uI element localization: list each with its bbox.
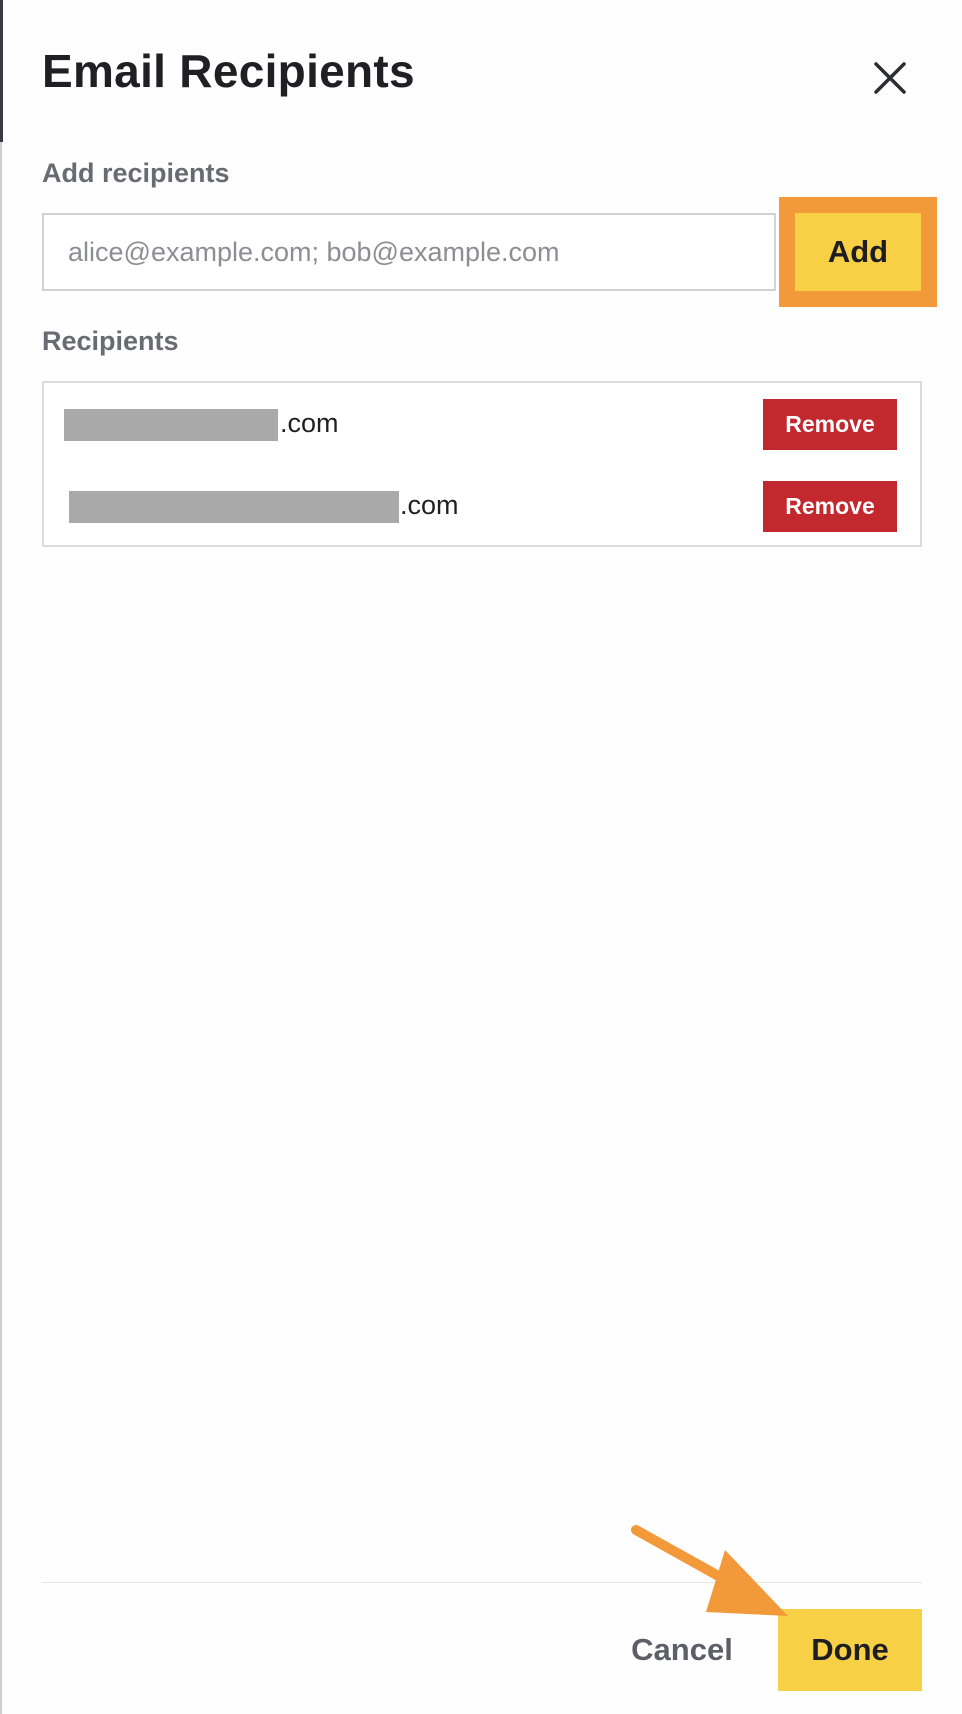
email-recipients-dialog: Email Recipients Add recipients Add Reci…	[0, 0, 962, 1714]
background-page-edge	[0, 0, 2, 1714]
footer-divider	[42, 1582, 922, 1583]
recipient-email: .com	[280, 408, 339, 438]
redacted-email-part	[69, 491, 399, 523]
close-button[interactable]	[870, 58, 910, 98]
close-icon	[874, 62, 906, 94]
recipients-list: .com Remove .com Remove	[42, 381, 922, 547]
remove-recipient-button[interactable]: Remove	[763, 399, 897, 450]
dialog-title: Email Recipients	[42, 45, 415, 97]
recipient-email: .com	[400, 490, 459, 520]
done-button[interactable]: Done	[778, 1609, 922, 1691]
cancel-button[interactable]: Cancel	[622, 1610, 742, 1690]
background-page-edge-dark	[0, 0, 3, 142]
add-recipients-input[interactable]	[42, 213, 776, 291]
recipient-row: .com Remove	[44, 480, 920, 540]
redacted-email-part	[64, 409, 278, 441]
recipients-label: Recipients	[42, 326, 179, 356]
annotation-arrow-icon	[631, 1525, 788, 1616]
recipient-row: .com Remove	[44, 398, 920, 458]
add-button[interactable]: Add	[795, 213, 921, 291]
remove-recipient-button[interactable]: Remove	[763, 481, 897, 532]
add-recipients-label: Add recipients	[42, 158, 230, 188]
